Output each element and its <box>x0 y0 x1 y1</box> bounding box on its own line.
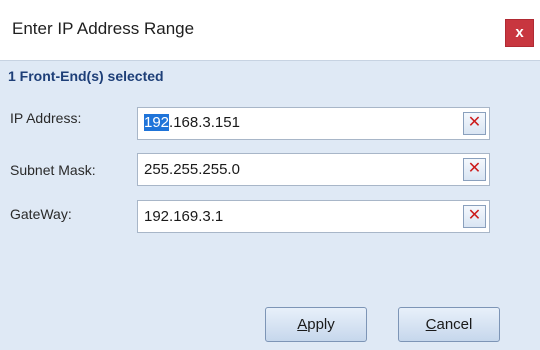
apply-label: pply <box>307 316 335 333</box>
clear-icon: ✕ <box>467 160 482 177</box>
cancel-button[interactable]: Cancel <box>398 307 500 342</box>
cancel-mnemonic: C <box>425 316 437 333</box>
gateway-input[interactable] <box>138 201 454 232</box>
close-button[interactable]: x <box>505 19 534 47</box>
selection-summary: 1 Front-End(s) selected <box>8 68 164 84</box>
ip-address-rest-text: .168.3.151 <box>169 114 240 131</box>
subnet-mask-input[interactable] <box>138 154 454 185</box>
apply-mnemonic: A <box>297 316 308 333</box>
ip-address-label: IP Address: <box>10 110 82 126</box>
ip-address-value[interactable]: 192.168.3.151 <box>144 114 240 131</box>
ip-address-selected-text: 192 <box>144 114 170 131</box>
subnet-mask-label: Subnet Mask: <box>10 162 96 178</box>
close-icon: x <box>515 24 524 41</box>
clear-subnet-mask-button[interactable]: ✕ <box>463 158 486 181</box>
gateway-field[interactable]: ✕ <box>137 200 490 233</box>
ip-address-field[interactable]: 192.168.3.151 ✕ <box>137 107 490 140</box>
clear-icon: ✕ <box>467 114 482 131</box>
title-bar: Enter IP Address Range x <box>0 0 540 60</box>
apply-button[interactable]: Apply <box>265 307 367 342</box>
dialog-title: Enter IP Address Range <box>12 19 195 38</box>
dialog-body: 1 Front-End(s) selected IP Address: 192.… <box>0 60 540 350</box>
gateway-label: GateWay: <box>10 206 72 222</box>
ip-range-dialog: Enter IP Address Range x 1 Front-End(s) … <box>0 0 540 350</box>
clear-icon: ✕ <box>467 207 482 224</box>
subnet-mask-field[interactable]: ✕ <box>137 153 490 186</box>
cancel-label: ancel <box>436 316 473 333</box>
clear-ip-address-button[interactable]: ✕ <box>463 112 486 135</box>
clear-gateway-button[interactable]: ✕ <box>463 205 486 228</box>
